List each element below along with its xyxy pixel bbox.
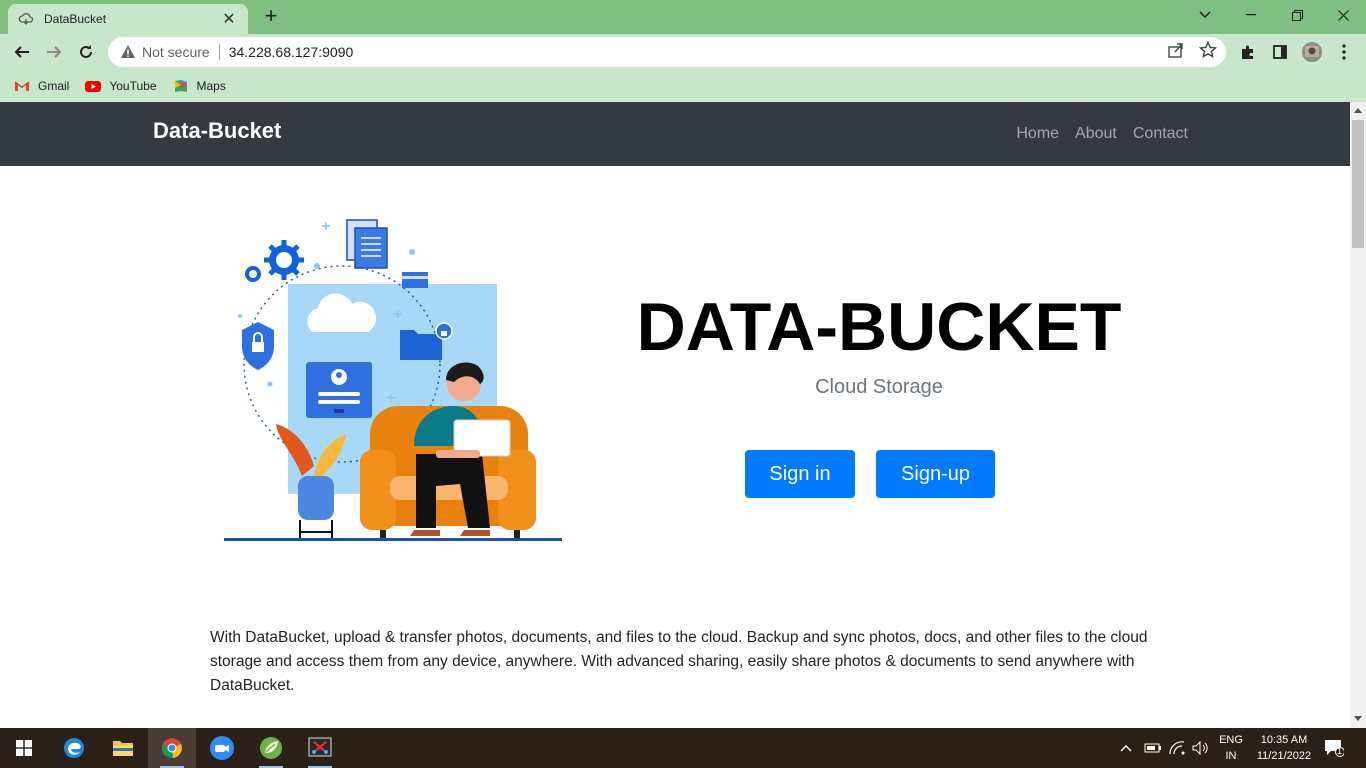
hero-subtitle: Cloud Storage bbox=[815, 376, 943, 398]
security-label[interactable]: Not secure bbox=[142, 44, 210, 60]
notifications-icon[interactable]: 1 bbox=[1322, 728, 1346, 768]
page-viewport: Data-Bucket Home About Contact DATA-BUCK… bbox=[0, 102, 1350, 728]
bookmark-gmail[interactable]: Gmail bbox=[14, 79, 69, 93]
region-code: IN bbox=[1225, 750, 1237, 762]
new-tab-button[interactable]: + bbox=[258, 4, 284, 30]
scroll-up-arrow-icon[interactable] bbox=[1354, 108, 1362, 113]
page-scrollbar[interactable] bbox=[1350, 102, 1366, 728]
bookmark-label: Gmail bbox=[38, 79, 70, 93]
bookmark-label: Maps bbox=[196, 79, 226, 93]
nav-about-link[interactable]: About bbox=[1075, 125, 1117, 143]
minimize-button[interactable] bbox=[1228, 0, 1274, 30]
language-indicator[interactable]: ENG IN bbox=[1214, 732, 1248, 764]
edge-browser-icon[interactable] bbox=[50, 728, 98, 768]
browser-tab[interactable]: DataBucket ✕ bbox=[8, 4, 248, 34]
windows-start-icon[interactable] bbox=[0, 728, 48, 768]
browser-toolbar: Not secure 34.228.68.127:9090 bbox=[0, 34, 1366, 70]
battery-icon[interactable] bbox=[1144, 728, 1162, 768]
youtube-icon bbox=[85, 81, 102, 92]
address-bar[interactable]: Not secure 34.228.68.127:9090 bbox=[108, 37, 1226, 67]
spring-tool-icon[interactable] bbox=[247, 728, 295, 768]
cloud-storage-illustration bbox=[224, 219, 562, 541]
sign-up-button[interactable]: Sign-up bbox=[876, 450, 995, 498]
language-code: ENG bbox=[1219, 734, 1243, 746]
nav-home-link[interactable]: Home bbox=[1016, 125, 1059, 143]
chrome-taskbar-icon[interactable] bbox=[148, 728, 196, 768]
bookmark-label: YouTube bbox=[109, 79, 157, 93]
restore-button[interactable] bbox=[1274, 0, 1320, 30]
scrollbar-thumb[interactable] bbox=[1352, 120, 1364, 248]
volume-icon[interactable] bbox=[1192, 728, 1210, 768]
bookmark-maps[interactable]: Maps bbox=[173, 79, 226, 93]
profile-avatar[interactable] bbox=[1302, 42, 1322, 62]
nav-contact-link[interactable]: Contact bbox=[1133, 125, 1188, 143]
clock-date: 11/21/2022 bbox=[1256, 750, 1312, 762]
close-window-button[interactable] bbox=[1320, 0, 1366, 30]
site-navbar: Data-Bucket Home About Contact bbox=[0, 102, 1350, 166]
hero-title: DATA-BUCKET bbox=[636, 289, 1122, 365]
side-panel-icon[interactable] bbox=[1270, 42, 1290, 62]
wifi-icon[interactable] bbox=[1169, 728, 1185, 768]
site-description: With DataBucket, upload & transfer photo… bbox=[210, 629, 1148, 694]
tab-close-icon[interactable]: ✕ bbox=[220, 9, 238, 29]
scroll-down-arrow-icon[interactable] bbox=[1354, 716, 1362, 721]
bookmark-star-icon[interactable] bbox=[1198, 40, 1218, 59]
menu-kebab-icon[interactable] bbox=[1334, 42, 1354, 62]
sign-in-button[interactable]: Sign in bbox=[745, 450, 855, 498]
forward-button[interactable] bbox=[40, 38, 68, 66]
share-icon[interactable] bbox=[1167, 41, 1185, 59]
browser-titlebar: DataBucket ✕ + bbox=[0, 0, 1366, 34]
system-clock[interactable]: 10:35 AM 11/21/2022 bbox=[1248, 732, 1320, 764]
tab-title: DataBucket bbox=[44, 12, 107, 26]
tab-search-chevron-icon[interactable] bbox=[1182, 0, 1228, 30]
nav-links: Home About Contact bbox=[1000, 125, 1188, 143]
cloud-favicon-icon bbox=[18, 11, 34, 27]
notification-count: 1 bbox=[1337, 746, 1343, 756]
show-hidden-icons-chevron-icon[interactable] bbox=[1120, 728, 1132, 768]
extensions-puzzle-icon[interactable] bbox=[1238, 42, 1258, 62]
site-brand[interactable]: Data-Bucket bbox=[153, 118, 281, 144]
maps-icon bbox=[174, 80, 187, 92]
warning-icon[interactable] bbox=[120, 44, 136, 60]
zoom-app-icon[interactable] bbox=[198, 728, 246, 768]
gmail-icon bbox=[14, 81, 30, 91]
windows-taskbar: ENG IN 10:35 AM 11/21/2022 1 bbox=[0, 728, 1366, 768]
bookmark-youtube[interactable]: YouTube bbox=[85, 79, 157, 93]
clock-time: 10:35 AM bbox=[1260, 734, 1308, 746]
url-text[interactable]: 34.228.68.127:9090 bbox=[229, 44, 354, 60]
back-button[interactable] bbox=[8, 38, 36, 66]
snipping-tool-icon[interactable] bbox=[296, 728, 344, 768]
address-divider bbox=[218, 44, 220, 60]
bookmarks-bar: Gmail YouTube Maps bbox=[0, 70, 1366, 102]
reload-button[interactable] bbox=[72, 38, 100, 66]
file-explorer-icon[interactable] bbox=[99, 728, 147, 768]
